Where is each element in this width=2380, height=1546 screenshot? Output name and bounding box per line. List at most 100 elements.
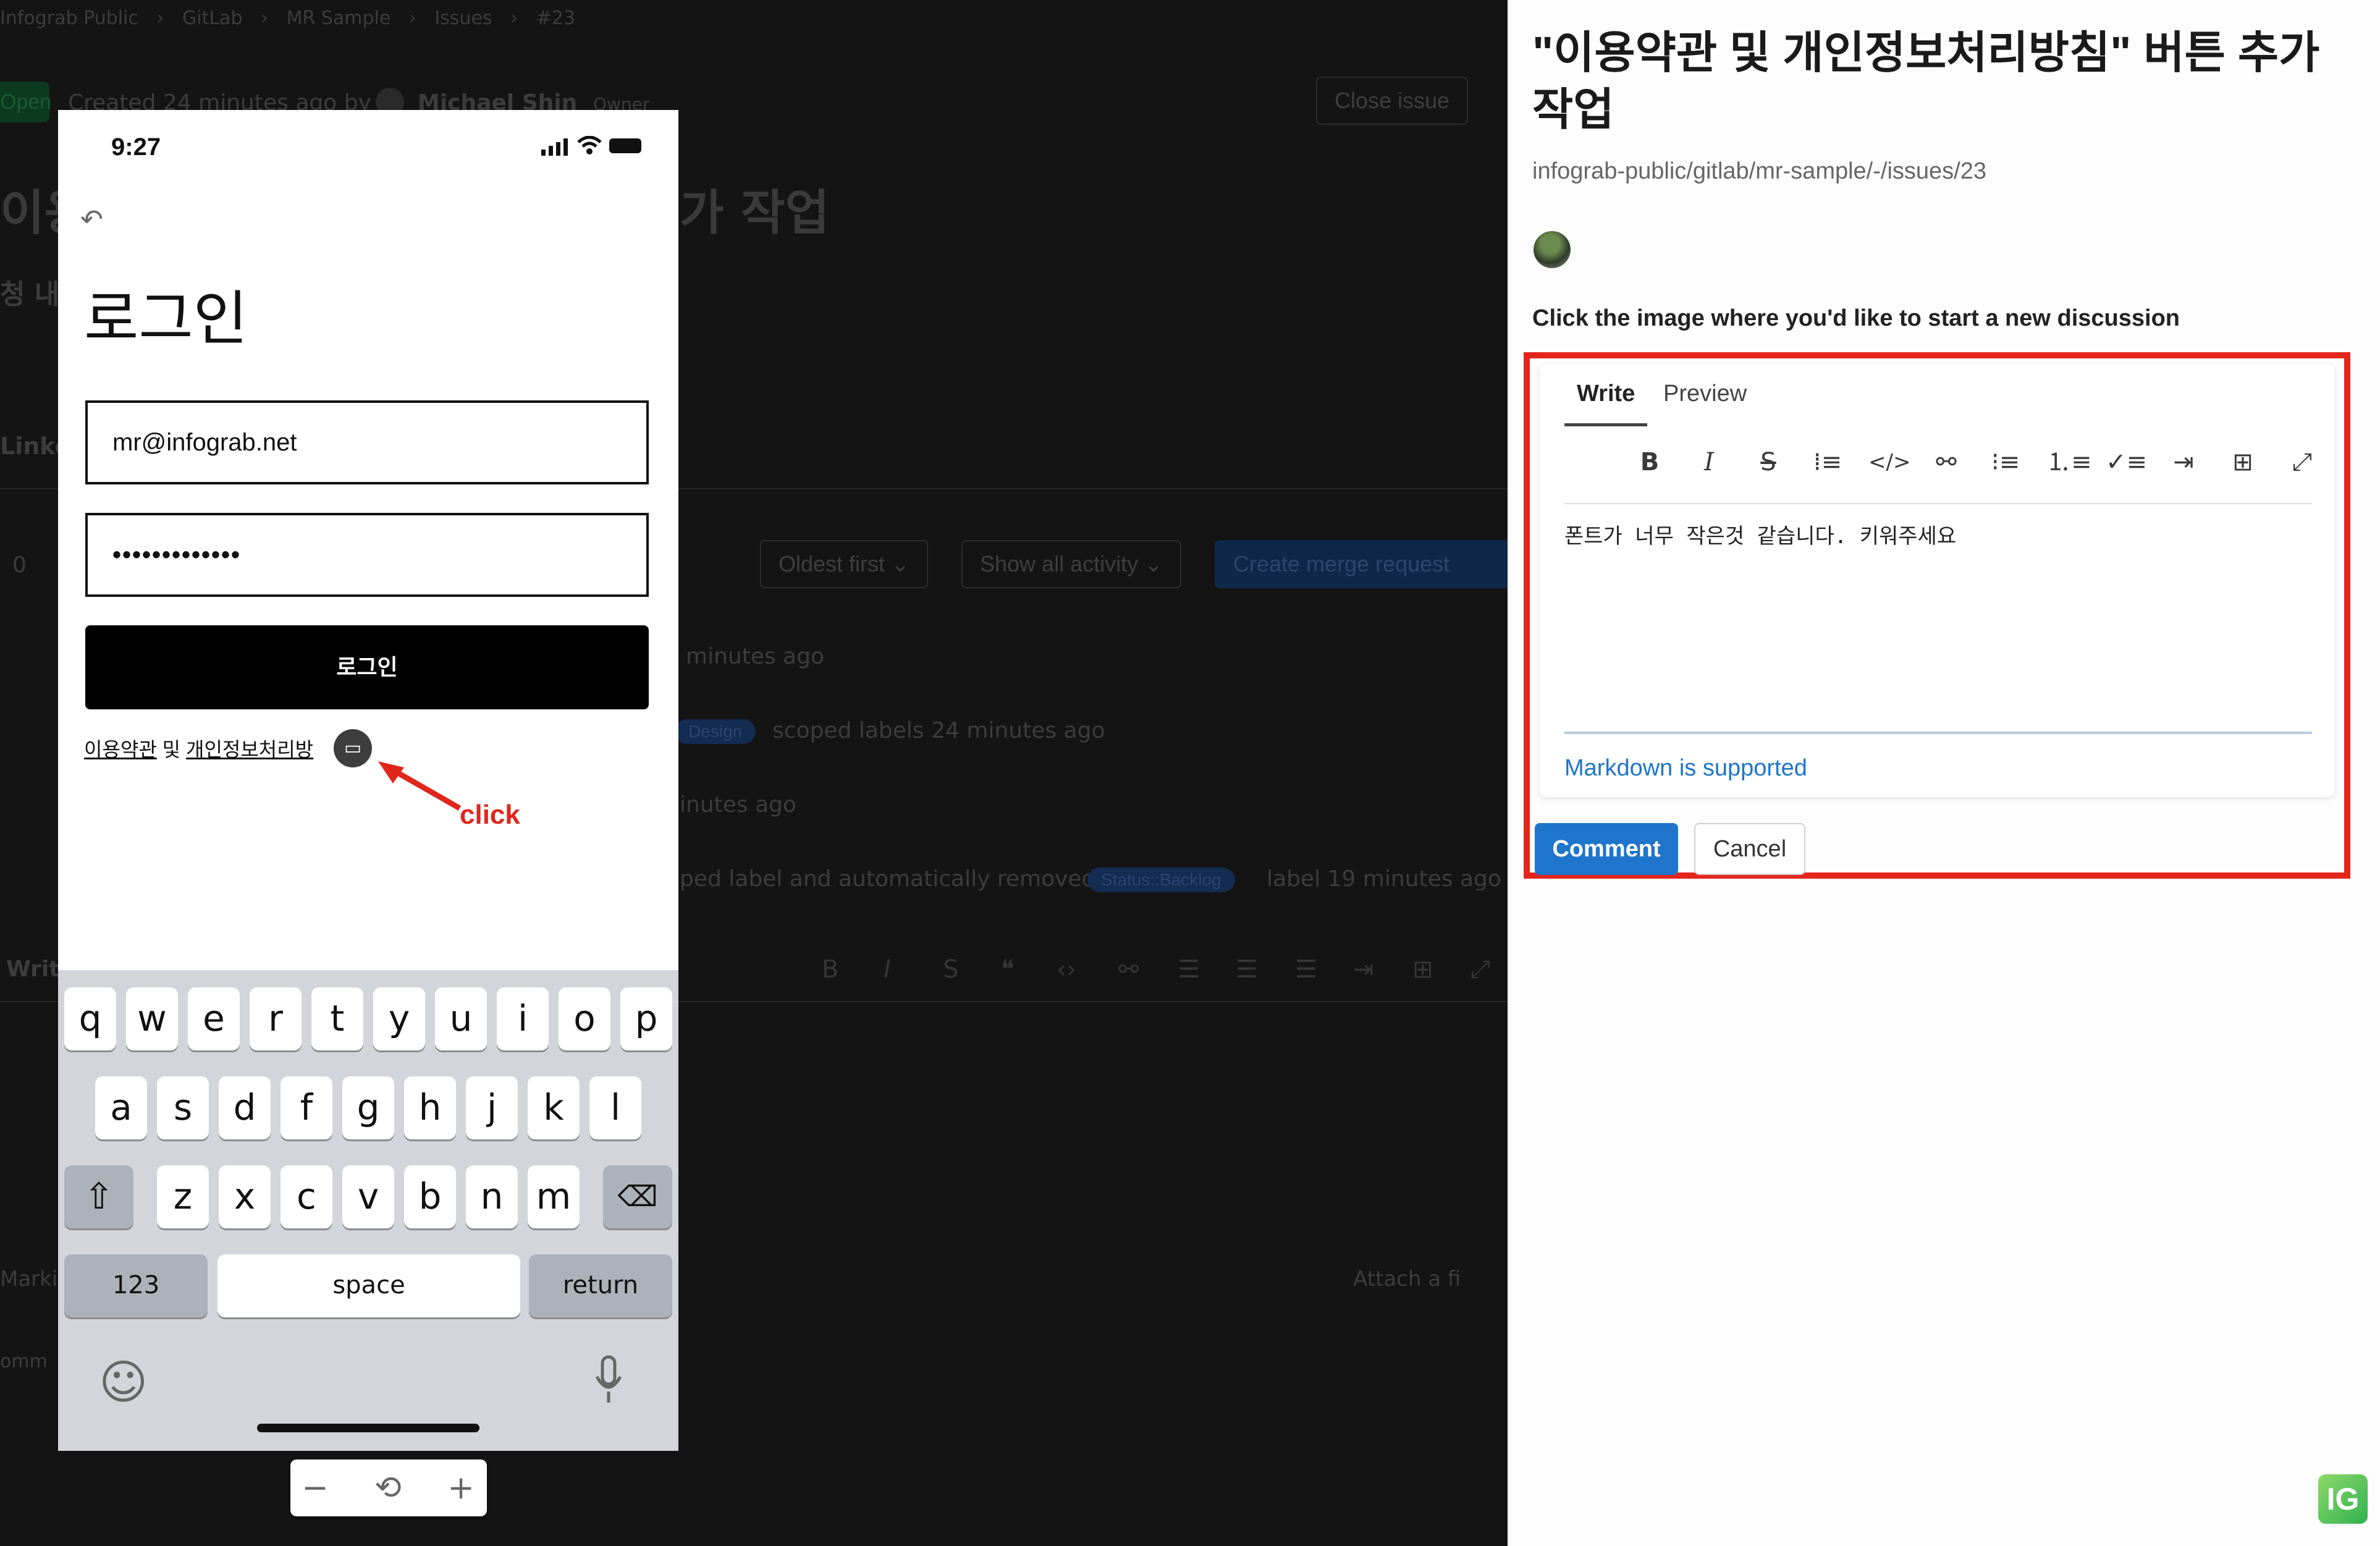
- privacy-link[interactable]: 개인정보처리방: [186, 738, 313, 761]
- key-a[interactable]: a: [95, 1076, 147, 1139]
- breadcrumb-item[interactable]: Issues: [434, 7, 492, 29]
- bold-icon[interactable]: B: [1631, 444, 1668, 481]
- code-icon: ‹›: [1057, 955, 1076, 984]
- email-field[interactable]: mr@infograb.net: [85, 400, 649, 484]
- activity-filter-label: Show all activity: [980, 551, 1139, 577]
- tab-preview[interactable]: Preview: [1663, 381, 1747, 407]
- back-arrow-icon[interactable]: ↶: [80, 204, 103, 235]
- key-b[interactable]: b: [404, 1165, 456, 1228]
- key-f[interactable]: f: [281, 1076, 332, 1139]
- table-icon[interactable]: ⊞: [2224, 444, 2261, 481]
- space-key[interactable]: space: [217, 1254, 520, 1317]
- breadcrumb-item[interactable]: GitLab: [182, 7, 243, 29]
- terms-link[interactable]: 이용약관: [84, 738, 157, 761]
- comment-textarea[interactable]: 폰트가 너무 작은것 같습니다. 키워주세요: [1564, 519, 2312, 649]
- key-v[interactable]: v: [342, 1165, 394, 1228]
- activity-item: ped label and automatically removed: [680, 866, 1096, 892]
- thumbs-count[interactable]: 0: [12, 552, 27, 578]
- key-p[interactable]: p: [620, 987, 672, 1050]
- attach-file-link[interactable]: Attach a fi: [1353, 1267, 1461, 1291]
- key-n[interactable]: n: [466, 1165, 518, 1228]
- numbers-key[interactable]: 123: [64, 1254, 208, 1317]
- login-heading: 로그인: [84, 286, 248, 352]
- key-t[interactable]: t: [311, 987, 363, 1050]
- activity-filter-dropdown[interactable]: Show all activity ⌄: [961, 540, 1182, 588]
- breadcrumb-item[interactable]: Infograb Public: [0, 7, 138, 29]
- key-c[interactable]: c: [281, 1165, 332, 1228]
- breadcrumb-item[interactable]: #23: [536, 7, 575, 29]
- click-annotation-label: click: [460, 800, 520, 830]
- key-l[interactable]: l: [589, 1076, 641, 1139]
- key-s[interactable]: s: [157, 1076, 209, 1139]
- sort-dropdown-label: Oldest first: [779, 551, 885, 577]
- key-d[interactable]: d: [219, 1076, 271, 1139]
- bullet-list-icon[interactable]: ⁝≡: [1987, 444, 2024, 481]
- comment-button[interactable]: Comment: [1535, 823, 1678, 875]
- bold-icon: B: [822, 955, 839, 984]
- activity-item: scoped labels 24 minutes ago: [772, 718, 1105, 743]
- terms-conjunction: 및: [162, 738, 181, 761]
- fullscreen-icon[interactable]: ⤢: [2284, 444, 2321, 481]
- close-issue-button[interactable]: Close issue: [1316, 77, 1469, 125]
- login-button[interactable]: 로그인: [85, 625, 649, 709]
- issue-title-fragment: 가 작업: [680, 185, 830, 241]
- return-key[interactable]: return: [529, 1254, 672, 1317]
- key-g[interactable]: g: [342, 1076, 394, 1139]
- breadcrumb-item[interactable]: MR Sample: [287, 7, 391, 29]
- bullet-list-icon: ☰: [1178, 955, 1200, 984]
- infograb-logo: IG: [2318, 1474, 2368, 1524]
- key-k[interactable]: k: [528, 1076, 580, 1139]
- indent-icon: ⇥: [1353, 955, 1374, 984]
- key-r[interactable]: r: [250, 987, 302, 1050]
- key-q[interactable]: q: [64, 987, 116, 1050]
- terms-links: 이용약관 및 개인정보처리방: [84, 734, 313, 762]
- key-m[interactable]: m: [528, 1165, 580, 1228]
- label-badge[interactable]: Design: [675, 719, 756, 744]
- key-y[interactable]: y: [373, 987, 425, 1050]
- italic-icon[interactable]: I: [1690, 444, 1728, 481]
- status-badge: Open: [0, 82, 51, 122]
- reset-zoom-icon[interactable]: ⟲: [363, 1459, 413, 1516]
- annotation-arrow-icon: [378, 761, 462, 811]
- indent-icon[interactable]: ⇥: [2165, 444, 2202, 481]
- markdown-help-link[interactable]: Markdown is supported: [1564, 755, 1807, 782]
- activity-item: minutes ago: [686, 644, 825, 669]
- key-o[interactable]: o: [559, 987, 610, 1050]
- zoom-out-button[interactable]: −: [290, 1459, 340, 1516]
- key-h[interactable]: h: [404, 1076, 456, 1139]
- signal-icon: [541, 138, 568, 159]
- markdown-fragment: Marki: [0, 1267, 58, 1291]
- link-icon[interactable]: ⚯: [1928, 444, 1965, 481]
- tab-write[interactable]: Write: [1564, 381, 1648, 426]
- create-merge-request-button[interactable]: Create merge request: [1215, 540, 1508, 588]
- numbered-list-icon[interactable]: ⒈≡: [2046, 444, 2092, 481]
- discussion-marker-icon[interactable]: ▭: [334, 729, 372, 767]
- code-icon[interactable]: </>: [1868, 444, 1910, 481]
- zoom-in-button[interactable]: +: [436, 1459, 486, 1516]
- key-i[interactable]: i: [497, 987, 549, 1050]
- home-indicator: [257, 1424, 479, 1432]
- shift-key-icon[interactable]: ⇧: [64, 1165, 133, 1228]
- microphone-icon[interactable]: [594, 1354, 623, 1409]
- key-e[interactable]: e: [188, 987, 240, 1050]
- key-x[interactable]: x: [219, 1165, 271, 1228]
- comment-editor: Write Preview B I S ⁞≡ </> ⚯ ⁝≡ ⒈≡ ✓≡ ⇥ …: [1540, 365, 2334, 797]
- password-field[interactable]: •••••••••••••: [85, 513, 649, 597]
- quote-icon: ❝: [1001, 955, 1015, 984]
- cancel-button[interactable]: Cancel: [1694, 823, 1805, 875]
- numbered-list-icon: ☰: [1236, 955, 1258, 984]
- avatar[interactable]: [1534, 231, 1571, 268]
- key-z[interactable]: z: [157, 1165, 209, 1228]
- label-badge[interactable]: Status::Backlog: [1087, 868, 1235, 892]
- zoom-controls: − ⟲ +: [290, 1459, 487, 1516]
- strikethrough-icon[interactable]: S: [1750, 444, 1787, 481]
- key-j[interactable]: j: [466, 1076, 518, 1139]
- backspace-key-icon[interactable]: ⌫: [603, 1165, 672, 1228]
- key-w[interactable]: w: [126, 987, 178, 1050]
- emoji-icon[interactable]: ☺: [99, 1354, 148, 1409]
- quote-icon[interactable]: ⁞≡: [1809, 444, 1846, 481]
- sort-dropdown[interactable]: Oldest first ⌄: [760, 540, 929, 588]
- phone-screenshot[interactable]: 9:27 ↶ 로그인 mr@infograb.net •••••••••••••…: [58, 110, 678, 1451]
- key-u[interactable]: u: [435, 987, 487, 1050]
- task-list-icon[interactable]: ✓≡: [2106, 444, 2147, 481]
